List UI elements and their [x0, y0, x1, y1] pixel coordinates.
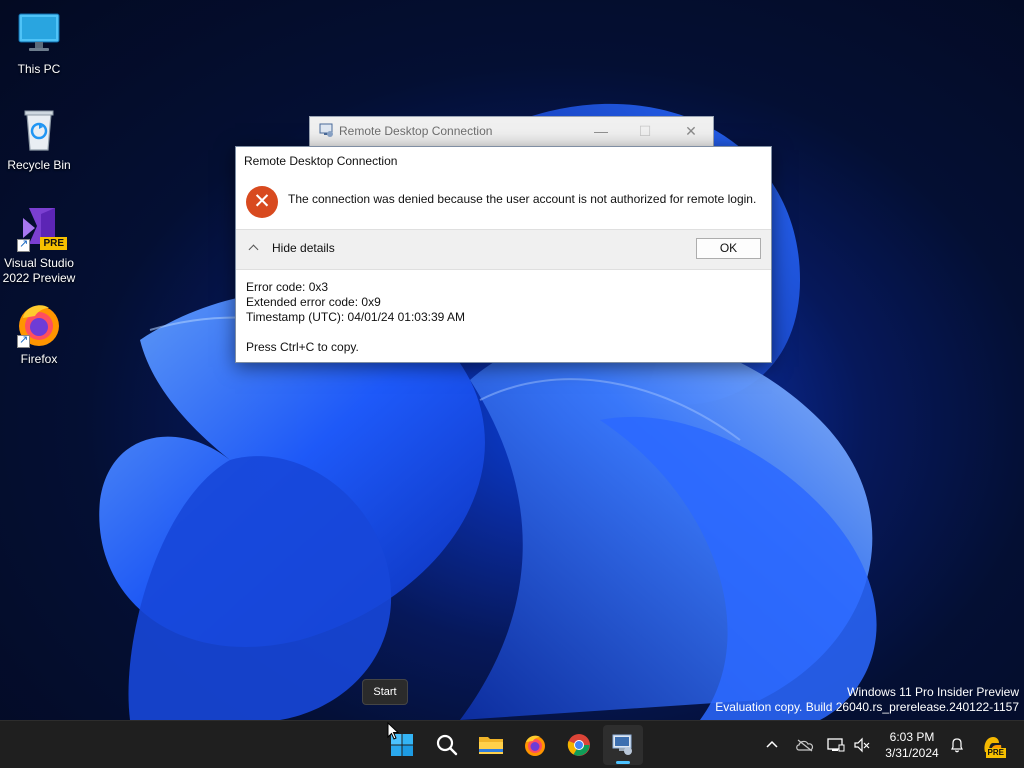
taskbar: 6:03 PM 3/31/2024 PRE: [0, 720, 1024, 768]
visual-studio-icon: PRE: [15, 204, 67, 252]
show-hidden-icons-button[interactable]: [761, 721, 783, 768]
hide-details-toggle[interactable]: Hide details: [248, 241, 335, 255]
shortcut-arrow-icon: [17, 237, 30, 252]
desktop-icon-visual-studio[interactable]: PRE Visual Studio 2022 Preview: [0, 204, 78, 286]
firefox-icon: [525, 735, 545, 756]
watermark-line2: Evaluation copy. Build 26040.rs_prerelea…: [715, 700, 1019, 714]
volume-tray-button[interactable]: [851, 721, 873, 768]
onedrive-tray-button[interactable]: [793, 721, 817, 768]
remote-desktop-icon: [612, 734, 632, 755]
extended-error-code: Extended error code: 0x9: [246, 295, 381, 309]
file-explorer-button[interactable]: [471, 725, 511, 765]
pre-badge: PRE: [985, 748, 1006, 758]
window-title: Remote Desktop Connection: [339, 124, 493, 138]
file-explorer-icon: [479, 737, 503, 754]
ok-button[interactable]: OK: [696, 238, 761, 259]
clock-date: 3/31/2024: [885, 746, 939, 760]
error-details: Error code: 0x3 Extended error code: 0x9…: [246, 280, 465, 355]
volume-muted-icon: [854, 737, 870, 753]
error-icon: ✕: [246, 186, 278, 218]
maximize-button[interactable]: ☐: [630, 121, 660, 141]
desktop-icon-label: This PC: [17, 62, 61, 76]
chrome-icon: [567, 734, 590, 756]
active-indicator: [616, 761, 630, 764]
onedrive-icon: [796, 739, 814, 752]
remote-desktop-taskbar-button[interactable]: [603, 725, 643, 765]
network-icon: [827, 738, 845, 752]
network-tray-button[interactable]: [825, 721, 847, 768]
error-code: Error code: 0x3: [246, 280, 329, 294]
search-button[interactable]: [427, 725, 467, 765]
firefox-icon: [15, 300, 63, 348]
desktop-icon-recycle-bin[interactable]: Recycle Bin: [0, 106, 78, 173]
desktop-icon-label: Firefox: [20, 352, 58, 366]
desktop-icon-label-line1: Visual Studio: [4, 256, 74, 270]
firefox-taskbar-button[interactable]: [515, 725, 555, 765]
desktop-icon-this-pc[interactable]: This PC: [0, 10, 78, 77]
chevron-up-icon: [248, 242, 260, 254]
chevron-up-icon: [766, 740, 778, 748]
windows-watermark: Windows 11 Pro Insider Preview Evaluatio…: [715, 685, 1019, 715]
copilot-button[interactable]: PRE: [978, 721, 1008, 768]
desktop-icon-label-line2: 2022 Preview: [2, 271, 76, 285]
error-message: The connection was denied because the us…: [288, 192, 757, 206]
taskbar-clock[interactable]: 6:03 PM 3/31/2024: [880, 729, 944, 761]
pre-badge: PRE: [40, 237, 67, 250]
start-tooltip: Start: [362, 679, 408, 705]
error-timestamp: Timestamp (UTC): 04/01/24 01:03:39 AM: [246, 310, 465, 324]
desktop-icon-firefox[interactable]: Firefox: [0, 300, 78, 367]
notifications-button[interactable]: [946, 721, 968, 768]
hide-details-label: Hide details: [272, 241, 335, 255]
mouse-cursor-icon: [387, 722, 399, 740]
close-button[interactable]: ✕: [676, 121, 706, 141]
watermark-line1: Windows 11 Pro Insider Preview: [847, 685, 1019, 699]
desktop-icon-label: Recycle Bin: [7, 158, 71, 172]
notification-bell-icon: [951, 738, 963, 753]
minimize-button[interactable]: —: [586, 121, 616, 141]
error-dialog: Remote Desktop Connection ✕ The connecti…: [235, 146, 772, 363]
remote-desktop-icon: [319, 123, 333, 137]
details-bar: Hide details OK: [236, 229, 771, 270]
recycle-bin-icon: [15, 106, 63, 154]
shortcut-arrow-icon: [17, 333, 30, 348]
monitor-icon: [15, 10, 63, 58]
chrome-taskbar-button[interactable]: [559, 725, 599, 765]
dialog-title: Remote Desktop Connection: [244, 154, 398, 168]
clock-time: 6:03 PM: [889, 730, 935, 744]
copy-hint: Press Ctrl+C to copy.: [246, 340, 359, 354]
search-icon: [436, 734, 458, 756]
